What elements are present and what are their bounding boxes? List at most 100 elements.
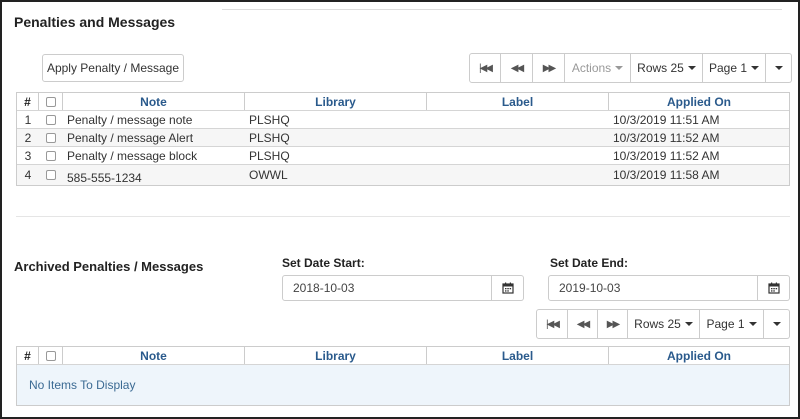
row-select-cell (39, 111, 63, 128)
select-all-cell (39, 347, 63, 364)
row-checkbox[interactable] (46, 150, 56, 161)
table-row[interactable]: 1 Penalty / message note PLSHQ 10/3/2019… (17, 111, 789, 129)
row-applied-on: 10/3/2019 11:52 AM (613, 130, 720, 145)
col-library[interactable]: Library (245, 347, 427, 364)
row-checkbox[interactable] (46, 132, 56, 143)
date-end-group: 2019-10-03 (548, 275, 790, 301)
row-label (427, 111, 609, 128)
table-row[interactable]: 3 Penalty / message block PLSHQ 10/3/201… (17, 147, 789, 165)
row-library: OWWL (249, 168, 288, 182)
caret-down-icon (748, 322, 757, 326)
col-note[interactable]: Note (63, 347, 245, 364)
caret-down-icon (772, 322, 781, 326)
col-applied-on[interactable]: Applied On (609, 347, 789, 364)
row-index: 1 (24, 112, 32, 127)
row-note: 585-555-1234 (67, 171, 142, 185)
previous-page-icon: ◀◀ (510, 62, 524, 74)
select-all-cell (39, 93, 63, 110)
caret-down-icon (751, 66, 760, 70)
table-row[interactable]: 4 585-555-1234 OWWL 10/3/2019 11:58 AM (17, 165, 789, 185)
page-dropdown[interactable]: Page 1 (703, 53, 766, 83)
col-label[interactable]: Label (427, 93, 609, 110)
date-end-input[interactable]: 2019-10-03 (548, 275, 758, 301)
rows-dropdown[interactable]: Rows 25 (631, 53, 703, 83)
rows-dropdown[interactable]: Rows 25 (628, 309, 700, 339)
previous-page-button[interactable]: ◀◀ (568, 309, 598, 339)
top-divider (222, 9, 782, 10)
row-note: Penalty / message note (67, 112, 193, 127)
next-page-button[interactable]: ▶▶ (598, 309, 628, 339)
caret-down-icon (684, 322, 693, 326)
row-checkbox[interactable] (46, 170, 56, 180)
page-dropdown[interactable]: Page 1 (700, 309, 764, 339)
row-applied-on: 10/3/2019 11:58 AM (613, 168, 720, 182)
date-start-calendar-button[interactable] (492, 275, 524, 301)
first-page-button[interactable]: |◀◀ (536, 309, 568, 339)
col-index: # (17, 93, 39, 110)
next-page-icon: ▶▶ (606, 318, 620, 330)
empty-message: No Items To Display (17, 365, 789, 405)
row-label (427, 165, 609, 185)
next-page-button[interactable]: ▶▶ (533, 53, 565, 83)
row-applied-on: 10/3/2019 11:52 AM (613, 148, 720, 163)
date-end-label: Set Date End: (550, 256, 629, 270)
apply-penalty-button[interactable]: Apply Penalty / Message (42, 54, 184, 82)
date-start-label: Set Date Start: (282, 256, 365, 270)
section-divider (16, 216, 790, 217)
row-select-cell (39, 165, 63, 185)
more-dropdown[interactable] (766, 53, 792, 83)
more-dropdown[interactable] (764, 309, 790, 339)
penalties-title: Penalties and Messages (14, 14, 176, 30)
archived-pager-toolbar: |◀◀ ◀◀ ▶▶ Rows 25 Page 1 (536, 309, 790, 339)
page-frame: Penalties and Messages Apply Penalty / M… (0, 0, 800, 419)
row-note: Penalty / message Alert (67, 130, 194, 145)
row-select-cell (39, 129, 63, 146)
row-note: Penalty / message block (67, 148, 198, 163)
select-all-checkbox[interactable] (45, 96, 56, 107)
penalties-grid: # Note Library Label Applied On 1 Penalt… (16, 92, 790, 186)
page-label: Page 1 (706, 317, 745, 331)
date-start-input[interactable]: 2018-10-03 (282, 275, 492, 301)
rows-label: Rows 25 (637, 61, 684, 75)
col-library[interactable]: Library (245, 93, 427, 110)
row-index: 4 (24, 168, 32, 182)
grid-header: # Note Library Label Applied On (17, 93, 789, 111)
row-library: PLSHQ (249, 148, 290, 163)
row-library: PLSHQ (249, 112, 290, 127)
select-all-checkbox[interactable] (45, 350, 56, 361)
pager-toolbar: |◀◀ ◀◀ ▶▶ Actions Rows 25 Page 1 (469, 53, 792, 83)
row-label (427, 147, 609, 164)
grid-header: # Note Library Label Applied On (17, 347, 789, 365)
archived-title: Archived Penalties / Messages (14, 259, 204, 274)
row-checkbox[interactable] (46, 114, 56, 125)
date-start-group: 2018-10-03 (282, 275, 524, 301)
row-select-cell (39, 147, 63, 164)
page-label: Page 1 (708, 61, 748, 75)
row-index: 2 (24, 130, 32, 145)
col-note[interactable]: Note (63, 93, 245, 110)
next-page-icon: ▶▶ (542, 62, 556, 74)
date-end-calendar-button[interactable] (758, 275, 790, 301)
first-page-button[interactable]: |◀◀ (469, 53, 501, 83)
col-applied-on[interactable]: Applied On (609, 93, 789, 110)
first-page-icon: |◀◀ (479, 62, 493, 74)
previous-page-button[interactable]: ◀◀ (501, 53, 533, 83)
row-library: PLSHQ (249, 130, 290, 145)
caret-down-icon (615, 66, 624, 70)
first-page-icon: |◀◀ (546, 318, 560, 330)
col-index: # (17, 347, 39, 364)
actions-label: Actions (571, 61, 612, 75)
row-label (427, 129, 609, 146)
table-row[interactable]: 2 Penalty / message Alert PLSHQ 10/3/201… (17, 129, 789, 147)
caret-down-icon (687, 66, 696, 70)
archived-grid: # Note Library Label Applied On No Items… (16, 346, 790, 406)
caret-down-icon (774, 66, 783, 70)
previous-page-icon: ◀◀ (576, 318, 590, 330)
calendar-icon (767, 282, 780, 294)
col-label[interactable]: Label (427, 347, 609, 364)
row-index: 3 (24, 148, 32, 163)
calendar-icon (501, 282, 514, 294)
row-applied-on: 10/3/2019 11:51 AM (613, 112, 720, 127)
rows-label: Rows 25 (634, 317, 681, 331)
actions-dropdown[interactable]: Actions (565, 53, 631, 83)
